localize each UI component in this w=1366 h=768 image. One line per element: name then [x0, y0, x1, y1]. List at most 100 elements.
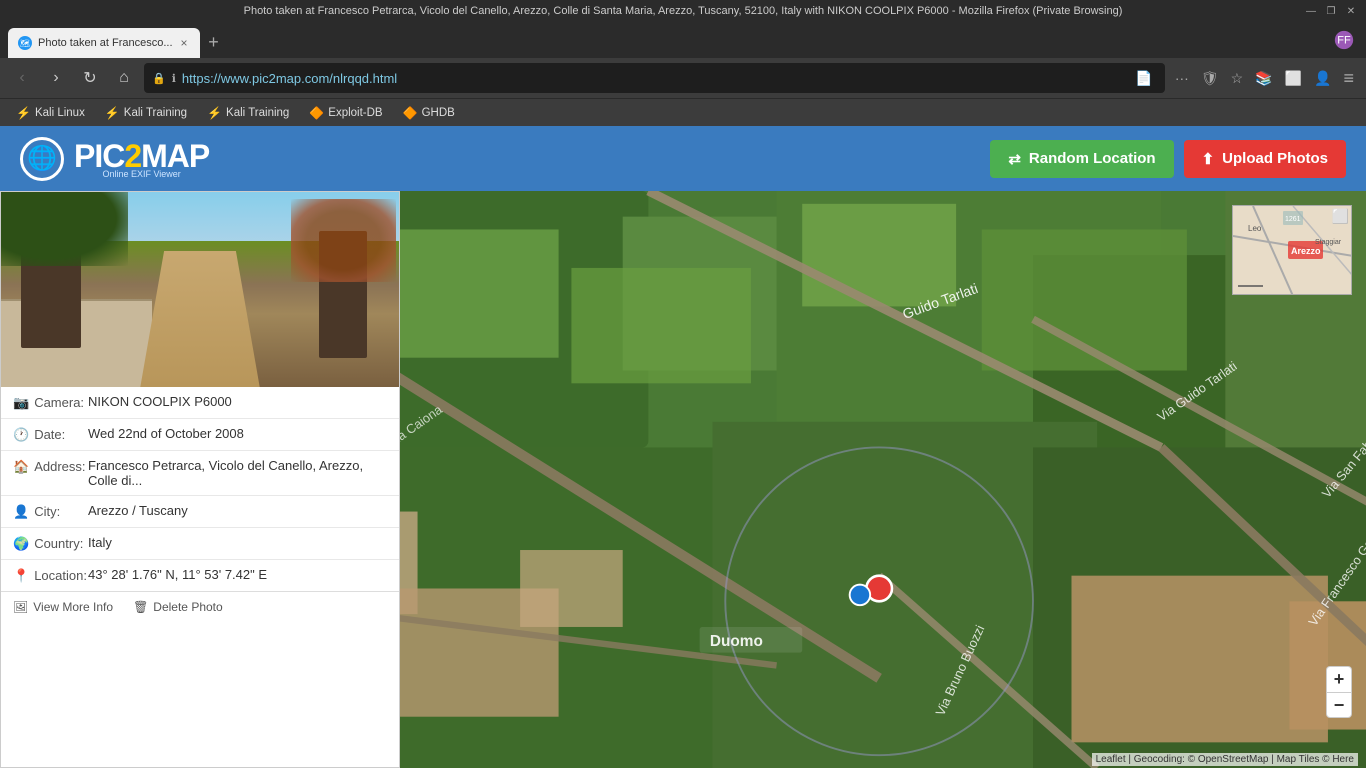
- address-value: Francesco Petrarca, Vicolo del Canello, …: [88, 458, 387, 488]
- new-tab-button[interactable]: +: [200, 28, 228, 56]
- city-row: 👤 City: Arezzo / Tuscany: [1, 496, 399, 528]
- address-input[interactable]: [182, 71, 1126, 86]
- firefox-addon-icon: FF: [1330, 26, 1358, 54]
- browser-chrome: 🗺 Photo taken at Francesco... × + FF ‹ ›…: [0, 22, 1366, 126]
- zoom-out-button[interactable]: −: [1326, 692, 1352, 718]
- upload-icon: ⬆: [1202, 150, 1215, 168]
- view-more-icon: 🖼: [13, 600, 28, 614]
- restore-button[interactable]: ❐: [1324, 4, 1338, 18]
- library-icon[interactable]: 📚: [1251, 68, 1276, 89]
- exploit-db-icon: 🔶: [309, 106, 324, 120]
- random-location-label: Random Location: [1029, 150, 1156, 167]
- bookmark-kali-linux[interactable]: ⚡ Kali Linux: [8, 104, 93, 122]
- back-button[interactable]: ‹: [8, 64, 36, 92]
- bookmark-kali-training-2[interactable]: ⚡ Kali Training: [199, 104, 297, 122]
- synced-tabs-icon[interactable]: ⬜: [1281, 68, 1306, 89]
- info-details: 📷 Camera: NIKON COOLPIX P6000 🕐 Date: We…: [1, 387, 399, 591]
- ghdb-icon: 🔶: [403, 106, 418, 120]
- mini-map: ⬜ Leo Arezzo Staggiar: [1232, 205, 1352, 295]
- svg-text:Arezzo: Arezzo: [1291, 246, 1321, 256]
- bookmark-kali-training-2-label: Kali Training: [226, 107, 289, 119]
- photo-tree-right: [319, 231, 367, 358]
- address-label: 🏠 Address:: [13, 458, 88, 475]
- mini-map-expand-icon[interactable]: ⬜: [1332, 208, 1349, 225]
- bookmark-star-icon[interactable]: ☆: [1227, 68, 1248, 89]
- more-button[interactable]: ···: [1171, 68, 1193, 88]
- nav-right-icons: ··· 🛡 ☆ 📚 ⬜ 👤 ≡: [1171, 66, 1358, 91]
- shield-icon[interactable]: 🛡: [1197, 68, 1223, 89]
- bookmarks-bar: ⚡ Kali Linux ⚡ Kali Training ⚡ Kali Trai…: [0, 98, 1366, 126]
- close-button[interactable]: ✕: [1344, 4, 1358, 18]
- refresh-button[interactable]: ↻: [76, 64, 104, 92]
- main-area: 📷 Camera: NIKON COOLPIX P6000 🕐 Date: We…: [0, 191, 1366, 768]
- svg-text:Leo: Leo: [1248, 224, 1262, 233]
- svg-text:1261: 1261: [1285, 216, 1301, 223]
- home-icon: 🏠: [13, 459, 29, 475]
- tab-bar: 🗺 Photo taken at Francesco... × + FF: [0, 22, 1366, 58]
- nav-bar: ‹ › ↻ ⌂ 🔒 ℹ 📄 ··· 🛡 ☆ 📚 ⬜ 👤 ≡: [0, 58, 1366, 98]
- photo-preview: [1, 192, 399, 387]
- account-icon[interactable]: 👤: [1310, 68, 1335, 89]
- upload-photos-label: Upload Photos: [1222, 150, 1328, 167]
- site-header: 🌐 PIC2MAP Online EXIF Viewer ⇄ Random Lo…: [0, 126, 1366, 191]
- zoom-controls: + −: [1326, 666, 1352, 718]
- location-row: 📍 Location: 43° 28' 1.76" N, 11° 53' 7.4…: [1, 560, 399, 591]
- info-panel: 📷 Camera: NIKON COOLPIX P6000 🕐 Date: We…: [0, 191, 400, 768]
- address-bar-container[interactable]: 🔒 ℹ 📄: [144, 63, 1165, 93]
- delete-icon: 🗑: [133, 600, 148, 614]
- minimize-button[interactable]: —: [1304, 4, 1318, 18]
- shuffle-icon: ⇄: [1008, 150, 1021, 168]
- svg-text:Staggiar: Staggiar: [1315, 239, 1342, 246]
- upload-photos-button[interactable]: ⬆ Upload Photos: [1184, 140, 1346, 178]
- lock-icon: 🔒: [152, 72, 166, 85]
- tab-title: Photo taken at Francesco...: [38, 37, 173, 49]
- kali-training-2-icon: ⚡: [207, 106, 222, 120]
- bookmark-kali-training-1-label: Kali Training: [124, 107, 187, 119]
- map-background: Guido Tarlati Via Guido Tarlati Via San …: [400, 191, 1366, 768]
- location-label: 📍 Location:: [13, 567, 88, 584]
- bookmark-ghdb[interactable]: 🔶 GHDB: [395, 104, 463, 122]
- bookmark-exploit-db[interactable]: 🔶 Exploit-DB: [301, 104, 390, 122]
- bookmark-kali-linux-label: Kali Linux: [35, 107, 85, 119]
- random-location-button[interactable]: ⇄ Random Location: [990, 140, 1173, 178]
- active-tab[interactable]: 🗺 Photo taken at Francesco... ×: [8, 28, 200, 58]
- header-buttons: ⇄ Random Location ⬆ Upload Photos: [990, 140, 1346, 178]
- view-more-info-link[interactable]: 🖼 View More Info: [13, 600, 113, 614]
- camera-label: 📷 Camera:: [13, 394, 88, 411]
- map-attribution: Leaflet | Geocoding: © OpenStreetMap | M…: [1092, 753, 1358, 766]
- camera-icon: 📷: [13, 395, 29, 411]
- menu-button[interactable]: ≡: [1339, 66, 1358, 91]
- logo-area: 🌐 PIC2MAP Online EXIF Viewer: [20, 137, 209, 181]
- globe-icon: 🌍: [13, 536, 29, 552]
- date-label: 🕐 Date:: [13, 426, 88, 443]
- forward-button[interactable]: ›: [42, 64, 70, 92]
- city-label: 👤 City:: [13, 503, 88, 520]
- kali-linux-icon: ⚡: [16, 106, 31, 120]
- delete-photo-link[interactable]: 🗑 Delete Photo: [133, 600, 223, 614]
- reader-view-icon[interactable]: 📄: [1131, 68, 1156, 89]
- info-actions: 🖼 View More Info 🗑 Delete Photo: [1, 591, 399, 622]
- logo-globe-icon: 🌐: [20, 137, 64, 181]
- tab-close-button[interactable]: ×: [179, 34, 190, 52]
- zoom-in-button[interactable]: +: [1326, 666, 1352, 692]
- map-svg: Guido Tarlati Via Guido Tarlati Via San …: [400, 191, 1366, 768]
- country-label: 🌍 Country:: [13, 535, 88, 552]
- map-area[interactable]: Guido Tarlati Via Guido Tarlati Via San …: [400, 191, 1366, 768]
- date-row: 🕐 Date: Wed 22nd of October 2008: [1, 419, 399, 451]
- bookmark-kali-training-1[interactable]: ⚡ Kali Training: [97, 104, 195, 122]
- location-icon: 📍: [13, 568, 29, 584]
- clock-icon: 🕐: [13, 427, 29, 443]
- svg-text:Duomo: Duomo: [710, 633, 763, 650]
- date-value: Wed 22nd of October 2008: [88, 426, 387, 441]
- kali-training-1-icon: ⚡: [105, 106, 120, 120]
- home-button[interactable]: ⌂: [110, 64, 138, 92]
- os-titlebar: Photo taken at Francesco Petrarca, Vicol…: [0, 0, 1366, 22]
- address-row: 🏠 Address: Francesco Petrarca, Vicolo de…: [1, 451, 399, 496]
- svg-text:FF: FF: [1337, 35, 1351, 47]
- location-value: 43° 28' 1.76" N, 11° 53' 7.42" E: [88, 567, 387, 582]
- bookmark-ghdb-label: GHDB: [422, 107, 455, 119]
- bookmark-exploit-db-label: Exploit-DB: [328, 107, 382, 119]
- city-value: Arezzo / Tuscany: [88, 503, 387, 518]
- security-icon: ℹ: [172, 72, 176, 85]
- window-title: Photo taken at Francesco Petrarca, Vicol…: [244, 5, 1123, 17]
